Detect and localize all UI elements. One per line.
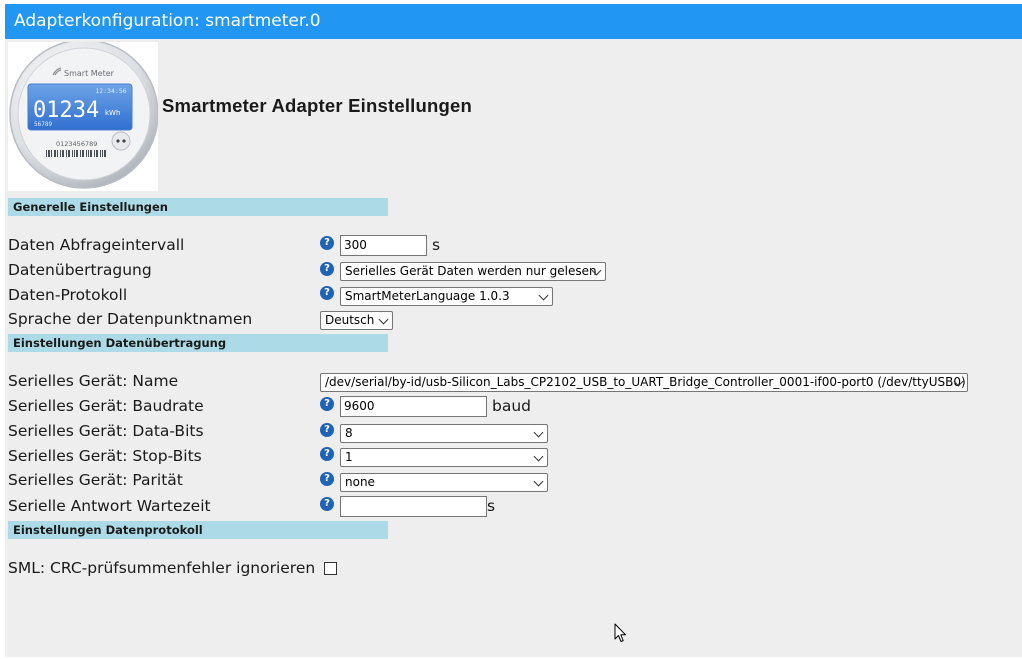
stopbits-select-value: 1: [345, 450, 353, 464]
databits-select-value: 8: [345, 426, 353, 440]
parity-select-value: none: [345, 475, 375, 489]
databits-label: Serielles Gerät: Data-Bits: [8, 422, 204, 440]
help-icon[interactable]: ?: [320, 497, 334, 511]
section-protocol-header: Einstellungen Datenprotokoll: [8, 521, 388, 539]
help-icon[interactable]: ?: [320, 423, 334, 437]
protocol-select[interactable]: SmartMeterLanguage 1.0.3: [340, 287, 553, 306]
chevron-down-icon: [538, 290, 549, 301]
parity-label: Serielles Gerät: Parität: [8, 471, 183, 489]
help-icon[interactable]: ?: [320, 472, 334, 486]
section-transfer-header: Einstellungen Datenübertragung: [8, 334, 388, 352]
logo-serial-text: 0123456789: [56, 140, 97, 148]
wait-label: Serielle Antwort Wartezeit: [8, 497, 211, 515]
section-general-header: Generelle Einstellungen: [8, 198, 388, 216]
chevron-down-icon: [533, 427, 544, 438]
help-icon[interactable]: ?: [320, 262, 334, 276]
page-heading: Smartmeter Adapter Einstellungen: [162, 95, 473, 116]
chevron-down-icon: [533, 476, 544, 487]
crc-label: SML: CRC-prüfsummenfehler ignorieren: [8, 559, 316, 577]
stopbits-select[interactable]: 1: [340, 448, 548, 467]
databits-select[interactable]: 8: [340, 424, 548, 443]
mouse-pointer-icon: [614, 623, 628, 647]
protocol-select-value: SmartMeterLanguage 1.0.3: [345, 289, 510, 303]
language-label: Sprache der Datenpunktnamen: [8, 310, 253, 328]
language-select-value: Deutsch: [325, 313, 375, 327]
crc-ignore-checkbox[interactable]: [324, 562, 337, 575]
logo-time-text: 12:34:56: [95, 87, 126, 95]
serial-name-select[interactable]: /dev/serial/by-id/usb-Silicon_Labs_CP210…: [320, 373, 968, 392]
transfer-select-value: Serielles Gerät Daten werden nur gelesen: [345, 264, 597, 278]
interval-input[interactable]: 300: [340, 235, 427, 256]
protocol-label: Daten-Protokoll: [8, 286, 128, 304]
serial-name-label: Serielles Gerät: Name: [8, 372, 179, 390]
language-select[interactable]: Deutsch: [320, 311, 393, 330]
logo-brand-text: Smart Meter: [64, 69, 115, 78]
logo-unit-text: kWh: [105, 109, 120, 117]
stopbits-label: Serielles Gerät: Stop-Bits: [8, 447, 202, 465]
wait-input[interactable]: [340, 496, 487, 517]
interval-label: Daten Abfrageintervall: [8, 236, 185, 254]
settings-panel: Smart Meter 12:34:56 01234 kWh 56789 012…: [5, 39, 1022, 657]
transfer-select[interactable]: Serielles Gerät Daten werden nur gelesen: [340, 262, 606, 281]
logo-small-text: 56789: [34, 121, 52, 128]
baudrate-unit: baud: [492, 397, 531, 415]
wait-unit: s: [487, 497, 496, 515]
interval-unit: s: [432, 236, 441, 254]
window-title: Adapterkonfiguration: smartmeter.0: [5, 4, 1022, 39]
serial-name-select-value: /dev/serial/by-id/usb-Silicon_Labs_CP210…: [325, 375, 966, 389]
help-icon[interactable]: ?: [320, 286, 334, 300]
help-icon[interactable]: ?: [320, 397, 334, 411]
help-icon[interactable]: ?: [320, 447, 334, 461]
chevron-down-icon: [533, 451, 544, 462]
help-icon[interactable]: ?: [320, 236, 334, 250]
logo-reading-text: 01234: [33, 98, 99, 123]
transfer-label: Datenübertragung: [8, 261, 152, 279]
baudrate-input[interactable]: 9600: [340, 396, 487, 417]
chevron-down-icon: [378, 314, 389, 325]
smart-meter-logo: Smart Meter 12:34:56 01234 kWh 56789 012…: [8, 42, 158, 191]
parity-select[interactable]: none: [340, 473, 548, 492]
baudrate-label: Serielles Gerät: Baudrate: [8, 397, 204, 415]
